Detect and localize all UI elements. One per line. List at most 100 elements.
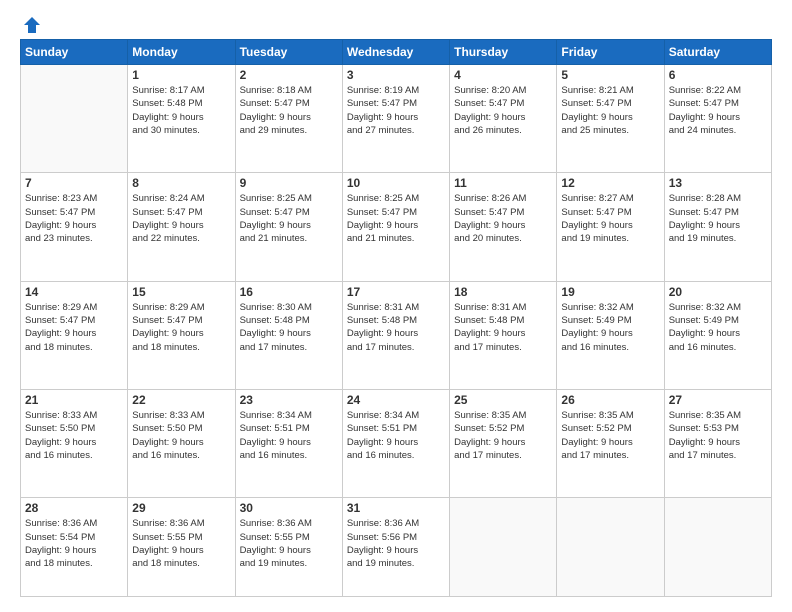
calendar-cell: 14 Sunrise: 8:29 AM Sunset: 5:47 PM Dayli… (21, 281, 128, 389)
day-number: 18 (454, 285, 552, 299)
calendar-cell: 16 Sunrise: 8:30 AM Sunset: 5:48 PM Dayli… (235, 281, 342, 389)
weekday-header-friday: Friday (557, 40, 664, 65)
calendar-cell: 15 Sunrise: 8:29 AM Sunset: 5:47 PM Dayli… (128, 281, 235, 389)
day-number: 21 (25, 393, 123, 407)
day-number: 27 (669, 393, 767, 407)
weekday-header-monday: Monday (128, 40, 235, 65)
calendar-cell: 7 Sunrise: 8:23 AM Sunset: 5:47 PM Daylig… (21, 173, 128, 281)
calendar-cell: 20 Sunrise: 8:32 AM Sunset: 5:49 PM Dayli… (664, 281, 771, 389)
calendar-cell (664, 498, 771, 597)
logo (20, 15, 42, 31)
calendar-cell: 23 Sunrise: 8:34 AM Sunset: 5:51 PM Dayli… (235, 390, 342, 498)
day-number: 8 (132, 176, 230, 190)
calendar-cell: 12 Sunrise: 8:27 AM Sunset: 5:47 PM Dayli… (557, 173, 664, 281)
day-number: 5 (561, 68, 659, 82)
day-info: Sunrise: 8:31 AM Sunset: 5:48 PM Dayligh… (347, 301, 445, 354)
day-info: Sunrise: 8:35 AM Sunset: 5:53 PM Dayligh… (669, 409, 767, 462)
day-info: Sunrise: 8:21 AM Sunset: 5:47 PM Dayligh… (561, 84, 659, 137)
day-number: 20 (669, 285, 767, 299)
day-info: Sunrise: 8:26 AM Sunset: 5:47 PM Dayligh… (454, 192, 552, 245)
calendar-cell: 26 Sunrise: 8:35 AM Sunset: 5:52 PM Dayli… (557, 390, 664, 498)
calendar-table: SundayMondayTuesdayWednesdayThursdayFrid… (20, 39, 772, 597)
day-info: Sunrise: 8:36 AM Sunset: 5:56 PM Dayligh… (347, 517, 445, 570)
day-info: Sunrise: 8:33 AM Sunset: 5:50 PM Dayligh… (25, 409, 123, 462)
day-number: 15 (132, 285, 230, 299)
calendar-week-row: 1 Sunrise: 8:17 AM Sunset: 5:48 PM Daylig… (21, 65, 772, 173)
day-info: Sunrise: 8:29 AM Sunset: 5:47 PM Dayligh… (25, 301, 123, 354)
day-number: 16 (240, 285, 338, 299)
day-info: Sunrise: 8:34 AM Sunset: 5:51 PM Dayligh… (347, 409, 445, 462)
logo-icon (22, 15, 42, 35)
day-info: Sunrise: 8:29 AM Sunset: 5:47 PM Dayligh… (132, 301, 230, 354)
day-info: Sunrise: 8:36 AM Sunset: 5:54 PM Dayligh… (25, 517, 123, 570)
day-info: Sunrise: 8:25 AM Sunset: 5:47 PM Dayligh… (347, 192, 445, 245)
calendar-cell: 17 Sunrise: 8:31 AM Sunset: 5:48 PM Dayli… (342, 281, 449, 389)
day-number: 23 (240, 393, 338, 407)
day-number: 22 (132, 393, 230, 407)
weekday-header-saturday: Saturday (664, 40, 771, 65)
day-number: 17 (347, 285, 445, 299)
page: SundayMondayTuesdayWednesdayThursdayFrid… (0, 0, 792, 612)
day-number: 28 (25, 501, 123, 515)
day-number: 19 (561, 285, 659, 299)
calendar-week-row: 7 Sunrise: 8:23 AM Sunset: 5:47 PM Daylig… (21, 173, 772, 281)
day-info: Sunrise: 8:36 AM Sunset: 5:55 PM Dayligh… (132, 517, 230, 570)
day-info: Sunrise: 8:31 AM Sunset: 5:48 PM Dayligh… (454, 301, 552, 354)
day-number: 26 (561, 393, 659, 407)
day-info: Sunrise: 8:19 AM Sunset: 5:47 PM Dayligh… (347, 84, 445, 137)
calendar-week-row: 14 Sunrise: 8:29 AM Sunset: 5:47 PM Dayli… (21, 281, 772, 389)
calendar-week-row: 28 Sunrise: 8:36 AM Sunset: 5:54 PM Dayli… (21, 498, 772, 597)
day-info: Sunrise: 8:24 AM Sunset: 5:47 PM Dayligh… (132, 192, 230, 245)
calendar-cell: 5 Sunrise: 8:21 AM Sunset: 5:47 PM Daylig… (557, 65, 664, 173)
calendar-cell: 4 Sunrise: 8:20 AM Sunset: 5:47 PM Daylig… (450, 65, 557, 173)
weekday-header-thursday: Thursday (450, 40, 557, 65)
day-info: Sunrise: 8:35 AM Sunset: 5:52 PM Dayligh… (561, 409, 659, 462)
calendar-week-row: 21 Sunrise: 8:33 AM Sunset: 5:50 PM Dayli… (21, 390, 772, 498)
day-number: 7 (25, 176, 123, 190)
calendar-cell: 27 Sunrise: 8:35 AM Sunset: 5:53 PM Dayli… (664, 390, 771, 498)
weekday-header-tuesday: Tuesday (235, 40, 342, 65)
day-number: 6 (669, 68, 767, 82)
day-number: 2 (240, 68, 338, 82)
calendar-cell (450, 498, 557, 597)
calendar-cell: 18 Sunrise: 8:31 AM Sunset: 5:48 PM Dayli… (450, 281, 557, 389)
day-number: 12 (561, 176, 659, 190)
day-number: 14 (25, 285, 123, 299)
day-number: 29 (132, 501, 230, 515)
calendar-cell: 24Sunrise: 8:34 AM Sunset: 5:51 PM Dayli… (342, 390, 449, 498)
day-info: Sunrise: 8:23 AM Sunset: 5:47 PM Dayligh… (25, 192, 123, 245)
day-info: Sunrise: 8:27 AM Sunset: 5:47 PM Dayligh… (561, 192, 659, 245)
calendar-cell: 1 Sunrise: 8:17 AM Sunset: 5:48 PM Daylig… (128, 65, 235, 173)
day-info: Sunrise: 8:20 AM Sunset: 5:47 PM Dayligh… (454, 84, 552, 137)
calendar-cell: 3 Sunrise: 8:19 AM Sunset: 5:47 PM Daylig… (342, 65, 449, 173)
day-number: 10 (347, 176, 445, 190)
day-number: 25 (454, 393, 552, 407)
calendar-cell: 25Sunrise: 8:35 AM Sunset: 5:52 PM Dayli… (450, 390, 557, 498)
calendar-cell: 19 Sunrise: 8:32 AM Sunset: 5:49 PM Dayli… (557, 281, 664, 389)
day-number: 3 (347, 68, 445, 82)
calendar-cell: 13Sunrise: 8:28 AM Sunset: 5:47 PM Dayli… (664, 173, 771, 281)
day-number: 30 (240, 501, 338, 515)
day-number: 4 (454, 68, 552, 82)
day-info: Sunrise: 8:33 AM Sunset: 5:50 PM Dayligh… (132, 409, 230, 462)
day-info: Sunrise: 8:32 AM Sunset: 5:49 PM Dayligh… (669, 301, 767, 354)
calendar-cell: 11 Sunrise: 8:26 AM Sunset: 5:47 PM Dayli… (450, 173, 557, 281)
day-number: 9 (240, 176, 338, 190)
logo-text (20, 15, 42, 35)
day-info: Sunrise: 8:36 AM Sunset: 5:55 PM Dayligh… (240, 517, 338, 570)
calendar-cell: 2 Sunrise: 8:18 AM Sunset: 5:47 PM Daylig… (235, 65, 342, 173)
day-number: 31 (347, 501, 445, 515)
day-info: Sunrise: 8:18 AM Sunset: 5:47 PM Dayligh… (240, 84, 338, 137)
weekday-header-sunday: Sunday (21, 40, 128, 65)
calendar-cell: 31 Sunrise: 8:36 AM Sunset: 5:56 PM Dayli… (342, 498, 449, 597)
day-info: Sunrise: 8:17 AM Sunset: 5:48 PM Dayligh… (132, 84, 230, 137)
day-number: 11 (454, 176, 552, 190)
calendar-cell (557, 498, 664, 597)
day-info: Sunrise: 8:34 AM Sunset: 5:51 PM Dayligh… (240, 409, 338, 462)
calendar-cell: 30 Sunrise: 8:36 AM Sunset: 5:55 PM Dayli… (235, 498, 342, 597)
calendar-cell: 9Sunrise: 8:25 AM Sunset: 5:47 PM Daylig… (235, 173, 342, 281)
day-number: 1 (132, 68, 230, 82)
day-info: Sunrise: 8:30 AM Sunset: 5:48 PM Dayligh… (240, 301, 338, 354)
day-info: Sunrise: 8:32 AM Sunset: 5:49 PM Dayligh… (561, 301, 659, 354)
header (20, 15, 772, 31)
